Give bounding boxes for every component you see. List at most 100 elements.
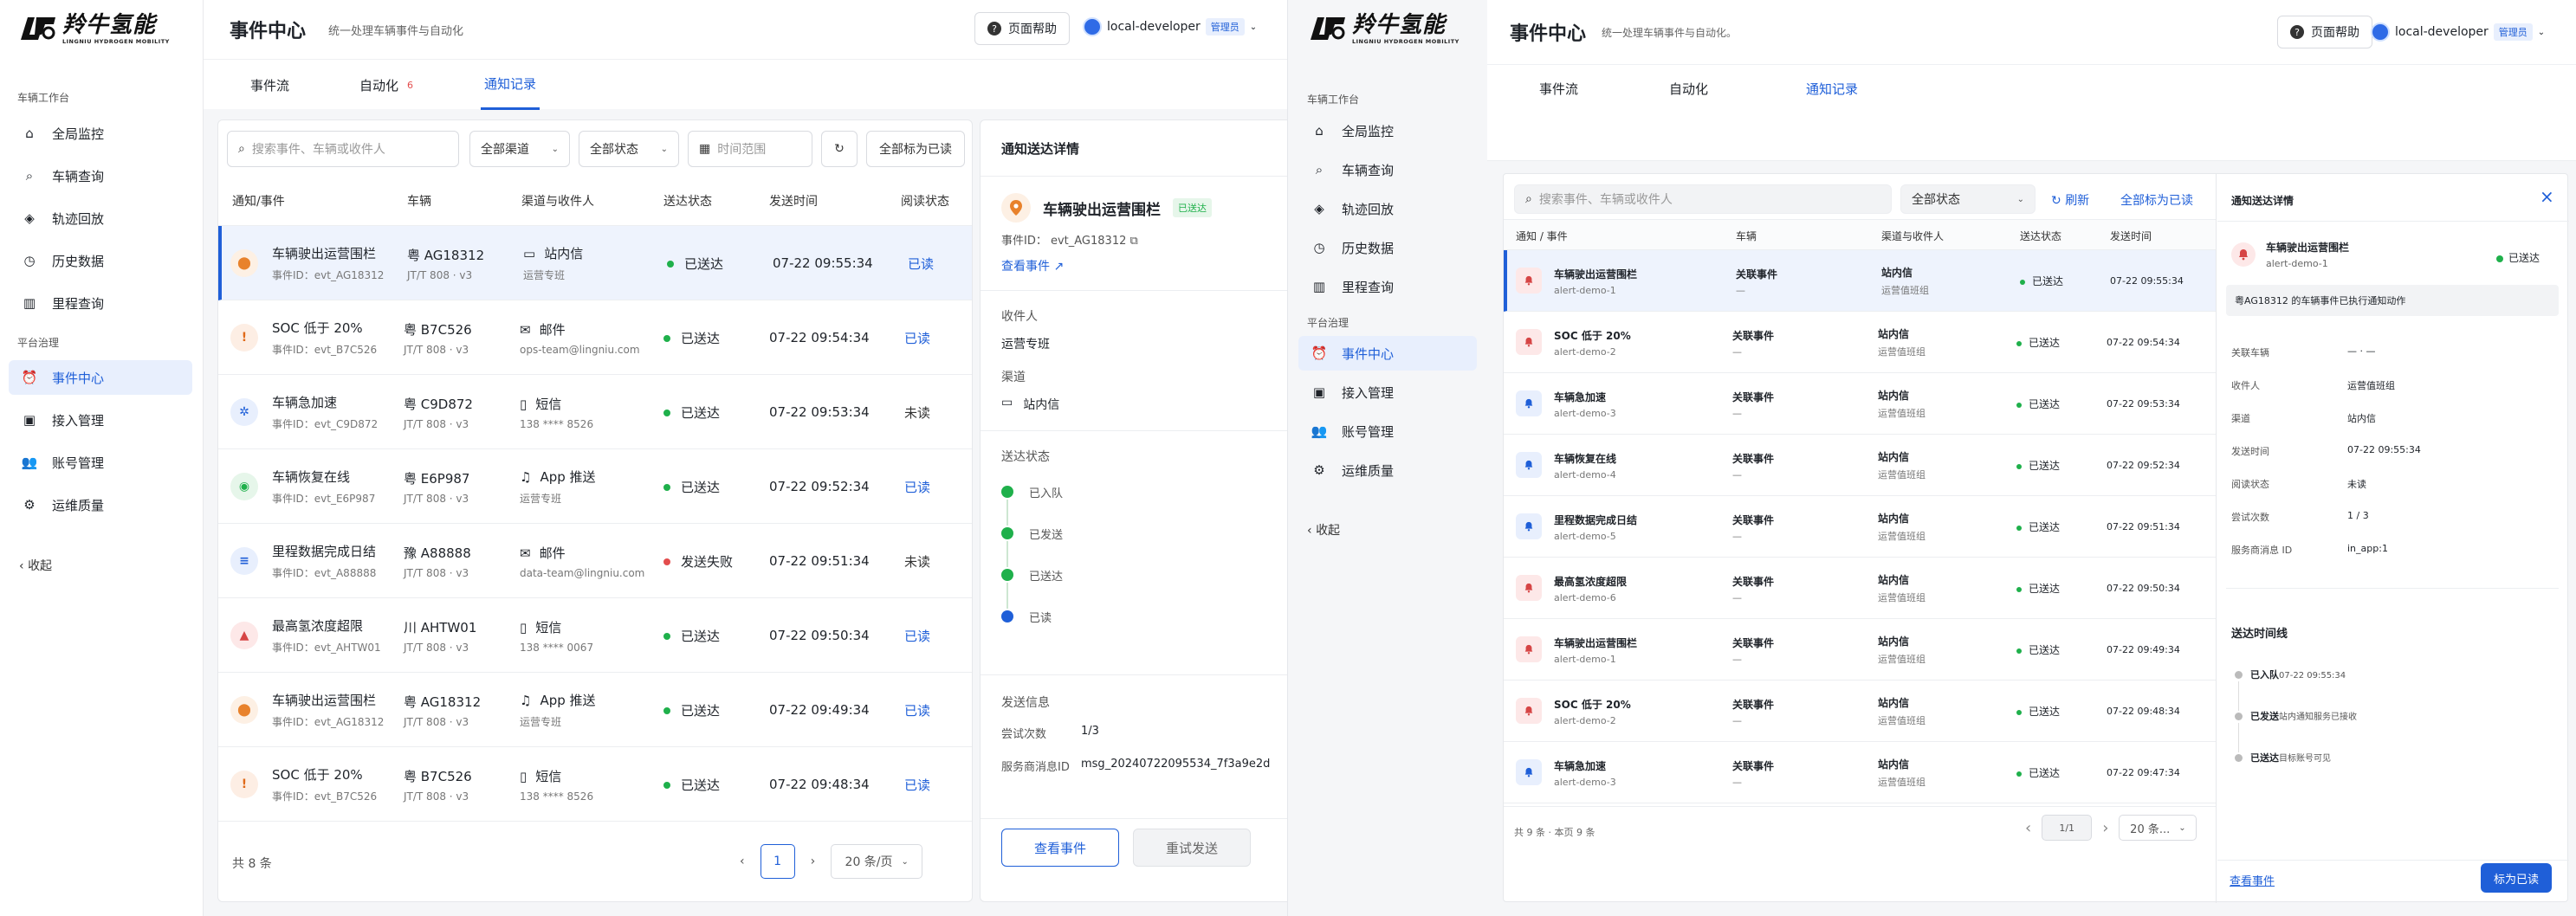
channel-select[interactable]: 全部渠道 ⌄: [469, 131, 570, 167]
table-row[interactable]: 最高氢浓度超限 alert-demo-6 关联事件 — 站内信 运营值班组 已送达 07-22…: [1504, 558, 2216, 619]
prev-page-icon[interactable]: ‹: [740, 855, 745, 868]
delivery-status-text: 发送失败: [681, 553, 734, 570]
view-event-link[interactable]: 查看事件: [2230, 872, 2275, 888]
mark-all-read-button[interactable]: 全部标为已读: [866, 131, 965, 167]
table-row[interactable]: ▲ 最高氢浓度超限 事件ID：evt_AHTW01 川 AHTW01 JT/T 808 …: [218, 598, 972, 673]
table-row[interactable]: 车辆驶出运营围栏 alert-demo-1 关联事件 — 站内信 运营值班组 已送达 07-2…: [1504, 250, 2216, 312]
nav-item-2[interactable]: ⌕ 车辆查询: [1298, 152, 1477, 187]
tab-notification-records[interactable]: 通知记录: [481, 60, 540, 110]
nav-item-5[interactable]: ▥ 里程查询: [1298, 269, 1477, 304]
table-row[interactable]: 车辆急加速 alert-demo-3 关联事件 — 站内信 运营值班组 已送达 07-22 0…: [1504, 373, 2216, 435]
user-menu[interactable]: local-developer 管理员 ⌄: [1083, 17, 1257, 36]
table-row[interactable]: SOC 低于 20% alert-demo-2 关联事件 — 站内信 运营值班组 已送达 07…: [1504, 312, 2216, 373]
tab-automation[interactable]: 自动化: [1669, 65, 1708, 112]
nav-item-8[interactable]: 👥 账号管理: [9, 445, 192, 480]
page-size-value: 20 条/页: [845, 855, 893, 869]
delivery-status: 已送达: [667, 255, 723, 273]
recipient: 运营专班: [520, 716, 562, 728]
table-row[interactable]: ! SOC 低于 20% 事件ID：evt_B7C526 粤 B7C526 JT/T 8…: [218, 300, 972, 375]
table-row[interactable]: ≡ 里程数据完成日结 事件ID：evt_A88888 豫 A88888 JT/T 808…: [218, 524, 972, 598]
resend-button[interactable]: 重试发送: [1133, 829, 1251, 867]
prev-page-icon[interactable]: ‹: [2025, 819, 2031, 837]
nav-item-1[interactable]: ⌂ 全局监控: [9, 116, 192, 151]
sidebar-collapse-button[interactable]: ‹ 收起: [1307, 521, 1340, 539]
tab-automation[interactable]: 自动化 6: [359, 60, 413, 110]
cell-time: 07-22 09:49:34: [769, 673, 870, 747]
channel-value: ▭ 站内信: [1001, 396, 1059, 413]
nav-item-3[interactable]: ◈ 轨迹回放: [9, 201, 192, 235]
nav-item-7[interactable]: ▣ 接入管理: [1298, 375, 1477, 410]
tab-event-stream[interactable]: 事件流: [1539, 65, 1578, 112]
cell-channel: ♫ App 推送 运营专班: [520, 673, 596, 747]
help-button[interactable]: ? 页面帮助: [974, 12, 1070, 45]
status-select[interactable]: 全部状态 ⌄: [579, 131, 679, 167]
cell-time: 07-22 09:52:34: [769, 449, 870, 524]
nav-section-platform: 平台治理: [17, 337, 60, 349]
nav-item-label: 里程查询: [52, 295, 105, 312]
nav-item-2[interactable]: ⌕ 车辆查询: [9, 158, 192, 193]
cell-time: 07-22 09:51:34: [769, 524, 870, 598]
date-range-picker[interactable]: ▦ 时间范围: [688, 131, 812, 167]
cell-channel: ✉ 邮件 ops-team@lingniu.com: [520, 300, 640, 375]
table-row[interactable]: ◉ 车辆恢复在线 事件ID：evt_E6P987 粤 E6P987 JT/T 808 ·…: [218, 449, 972, 524]
bell-icon: [1516, 759, 1542, 785]
view-event-link[interactable]: 查看事件 ↗: [1001, 257, 1064, 274]
field-value: 运营值班组: [2347, 380, 2395, 391]
vehicle-link: 关联事件: [1732, 390, 1775, 403]
nav-item-4[interactable]: ◷ 历史数据: [9, 243, 192, 278]
nav-item-4[interactable]: ◷ 历史数据: [1298, 230, 1477, 265]
next-page-icon[interactable]: ›: [811, 855, 816, 868]
table-row[interactable]: ! SOC 低于 20% 事件ID：evt_B7C526 粤 B7C526 JT/T 8…: [218, 747, 972, 822]
copy-icon[interactable]: ⧉: [1130, 235, 1138, 248]
chevron-down-icon: ⌄: [2178, 822, 2186, 833]
page-size-select[interactable]: 20 条... ⌄: [2119, 815, 2197, 841]
close-icon[interactable]: ×: [2540, 188, 2554, 205]
view-event-button[interactable]: 查看事件: [1001, 829, 1119, 867]
help-button[interactable]: ? 页面帮助: [2277, 16, 2372, 48]
search-input[interactable]: ⌕ 搜索事件、车辆或收件人: [227, 131, 459, 167]
search-input[interactable]: ⌕ 搜索事件、车辆或收件人: [1514, 184, 1892, 214]
timeline-desc: 站内通知服务已接收: [2279, 713, 2357, 722]
cell-vehicle: 关联事件 —: [1732, 373, 1774, 435]
mark-read-button[interactable]: 标为已读: [2481, 863, 2552, 893]
warning-icon: ▲: [230, 622, 258, 649]
status-select[interactable]: 全部状态 ⌄: [1900, 184, 2036, 214]
refresh-button[interactable]: ↻ 刷新: [2051, 191, 2089, 209]
page-number[interactable]: 1: [760, 844, 795, 879]
tab-event-stream[interactable]: 事件流: [250, 60, 289, 110]
event-id-text: 事件ID： evt_AG18312: [1001, 235, 1127, 248]
history-icon: ◷: [1313, 240, 1325, 255]
nav-item-1[interactable]: ⌂ 全局监控: [1298, 113, 1477, 148]
search-icon: ⌕: [238, 142, 245, 156]
mark-all-read-button[interactable]: 全部标为已读: [2120, 191, 2193, 209]
table-row[interactable]: 车辆驶出运营围栏 alert-demo-1 关联事件 — 站内信 运营值班组 已送达 07-2…: [1504, 619, 2216, 681]
page-size-select[interactable]: 20 条/页 ⌄: [831, 844, 923, 879]
nav-item-6[interactable]: ⏰ 事件中心: [9, 360, 192, 395]
refresh-icon: ↻: [834, 142, 845, 156]
nav-item-9[interactable]: ⚙ 运维质量: [1298, 453, 1477, 487]
event-sub: alert-demo-2: [1554, 345, 1616, 358]
recipient-value: 运营专班: [1001, 338, 1050, 352]
nav-item-9[interactable]: ⚙ 运维质量: [9, 487, 192, 522]
nav-item-6[interactable]: ⏰ 事件中心: [1298, 336, 1477, 371]
table-row[interactable]: ⬤ 车辆驶出运营围栏 事件ID：evt_AG18312 粤 AG18312 JT/T 8…: [218, 226, 972, 300]
field-value: 站内信: [2347, 413, 2376, 424]
nav-item-7[interactable]: ▣ 接入管理: [9, 403, 192, 437]
table-row[interactable]: 车辆恢复在线 alert-demo-4 关联事件 — 站内信 运营值班组 已送达 07-22 …: [1504, 435, 2216, 496]
field-label: 关联车辆: [2231, 347, 2269, 358]
user-menu[interactable]: local-developer 管理员 ⌄: [2371, 23, 2545, 42]
vehicle-plate: 豫 A88888: [404, 545, 471, 561]
user-name: local-developer: [1107, 20, 1201, 34]
table-row[interactable]: ✲ 车辆急加速 事件ID：evt_C9D872 粤 C9D872 JT/T 808 · …: [218, 375, 972, 449]
next-page-icon[interactable]: ›: [2102, 819, 2108, 837]
sidebar-collapse-button[interactable]: ‹ 收起: [19, 557, 52, 574]
nav-item-8[interactable]: 👥 账号管理: [1298, 414, 1477, 448]
refresh-button[interactable]: ↻: [821, 131, 858, 167]
table-row[interactable]: SOC 低于 20% alert-demo-2 关联事件 — 站内信 运营值班组 已送达 07…: [1504, 681, 2216, 742]
tab-notification-records[interactable]: 通知记录: [1806, 65, 1858, 112]
table-row[interactable]: 车辆急加速 alert-demo-3 关联事件 — 站内信 运营值班组 已送达 07-22 0…: [1504, 742, 2216, 803]
table-row[interactable]: 里程数据完成日结 alert-demo-5 关联事件 — 站内信 运营值班组 已送达 07-2…: [1504, 496, 2216, 558]
table-row[interactable]: ⬤ 车辆驶出运营围栏 事件ID：evt_AG18312 粤 AG18312 JT/T 8…: [218, 673, 972, 747]
nav-item-5[interactable]: ▥ 里程查询: [9, 286, 192, 320]
nav-item-3[interactable]: ◈ 轨迹回放: [1298, 191, 1477, 226]
